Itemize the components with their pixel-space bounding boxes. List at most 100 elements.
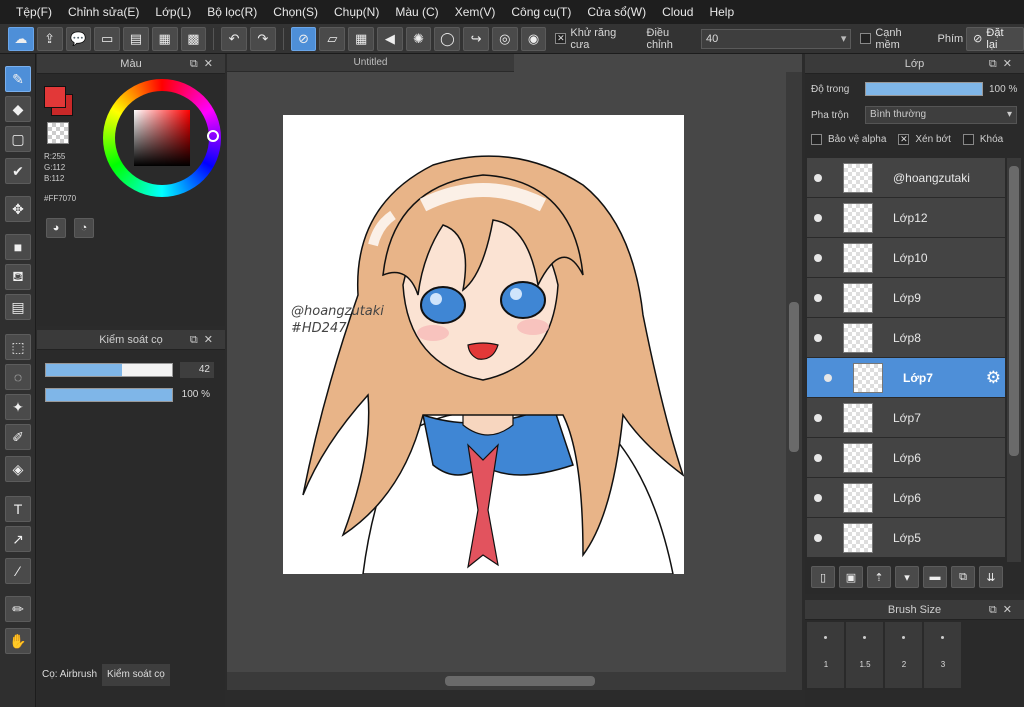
marquee-tool-icon[interactable]: ⬚ (5, 334, 31, 360)
layer-scroll-thumb[interactable] (1009, 166, 1019, 456)
text-tool-icon[interactable]: T (5, 496, 31, 522)
brush-tool-icon[interactable]: ✎ (5, 66, 31, 92)
layer-item[interactable]: @hoangzutaki (807, 158, 1005, 198)
hand-tool-icon[interactable]: ✋ (5, 628, 31, 654)
visibility-icon[interactable] (814, 414, 822, 422)
folder-icon[interactable]: ▬ (923, 566, 947, 588)
layer-item[interactable]: Lớp7 ⚙ (807, 358, 1005, 398)
visibility-icon[interactable] (814, 494, 822, 502)
document-icon[interactable]: ▤ (123, 26, 149, 51)
blend-mode-select[interactable]: Bình thường (865, 106, 1017, 124)
eraser-tool-icon[interactable]: ◆ (5, 96, 31, 122)
grid-snap-icon[interactable]: ▦ (348, 26, 374, 51)
soft-edge-toggle[interactable]: Cạnh mềm (860, 27, 928, 51)
layer-settings-icon[interactable]: ⚙ (986, 368, 1001, 388)
visibility-icon[interactable] (814, 454, 822, 462)
canvas-area[interactable]: Untitled @hoangzutaki #HD247 (227, 54, 802, 690)
brush-size-preset[interactable]: 1.5 (846, 622, 884, 688)
import-layer-icon[interactable]: ⇡ (867, 566, 891, 588)
merge-layer-icon[interactable]: ⇊ (979, 566, 1003, 588)
reset-button[interactable]: ⊘ Đặt lại (966, 26, 1024, 51)
menu-layer[interactable]: Lớp(L) (147, 0, 199, 24)
visibility-icon[interactable] (824, 374, 832, 382)
move-tool-icon[interactable]: ✥ (5, 196, 31, 222)
transparent-color-swatch[interactable] (47, 122, 69, 144)
ellipse-snap-icon[interactable]: ◎ (491, 26, 518, 51)
visibility-icon[interactable] (814, 174, 822, 182)
eyedropper-tool-icon[interactable]: ⁄ (5, 558, 31, 584)
protect-alpha-checkbox[interactable] (811, 134, 822, 145)
horizontal-scroll-thumb[interactable] (445, 676, 595, 686)
vanish-snap-icon[interactable]: ◀ (376, 26, 403, 51)
brush-size-preset[interactable]: 3 (924, 622, 962, 688)
new-layer-from-icon[interactable]: ▣ (839, 566, 863, 588)
visibility-icon[interactable] (814, 214, 822, 222)
page-icon[interactable]: ▦ (151, 26, 178, 51)
menu-tools[interactable]: Công cụ(T) (503, 0, 579, 24)
redo-icon[interactable]: ↷ (249, 26, 276, 51)
grid-icon[interactable]: ▩ (180, 26, 207, 51)
menu-select[interactable]: Chọn(S) (265, 0, 326, 24)
lock-checkbox[interactable] (962, 134, 974, 145)
layer-list-scrollbar[interactable] (1007, 158, 1021, 562)
checkbox-checked-icon[interactable]: ✕ (555, 33, 567, 44)
canvas-horizontal-scrollbar[interactable] (227, 672, 802, 690)
brush-size-slider[interactable] (45, 363, 173, 377)
share-icon[interactable]: ⇪ (36, 26, 63, 51)
menu-filter[interactable]: Bộ lọc(R) (199, 0, 265, 24)
curve-snap-icon[interactable]: ↪ (463, 26, 489, 51)
color-wheel[interactable] (103, 79, 221, 197)
bucket-tool-icon[interactable]: ⛾ (5, 264, 31, 290)
fill-rect-tool-icon[interactable]: ■ (5, 234, 31, 260)
magic-wand-tool-icon[interactable]: ✦ (5, 394, 31, 420)
menu-file[interactable]: Tệp(F) (8, 0, 60, 24)
menu-edit[interactable]: Chỉnh sửa(E) (60, 0, 147, 24)
visibility-icon[interactable] (814, 254, 822, 262)
menu-cloud[interactable]: Cloud (654, 0, 701, 24)
brush-opacity-value[interactable]: 100 % (180, 387, 214, 403)
brush-opacity-slider[interactable] (45, 388, 173, 402)
brush-size-preset[interactable]: 2 (885, 622, 923, 688)
antialias-toggle[interactable]: ✕ Khử răng cưa (555, 27, 637, 51)
message-icon[interactable]: ▭ (94, 26, 120, 51)
layer-item[interactable]: Lớp10 (807, 238, 1005, 278)
palette-icon[interactable]: ◕ (46, 218, 66, 238)
tab-brush[interactable]: Cọ: Airbrush (37, 664, 102, 686)
duplicate-layer-icon[interactable]: ⧉ (951, 566, 975, 588)
canvas-vertical-scrollbar[interactable] (786, 72, 802, 672)
pencil-tool-icon[interactable]: ✏ (5, 596, 31, 622)
concentric-snap-icon[interactable]: ◉ (520, 26, 547, 51)
select-eraser-tool-icon[interactable]: ◈ (5, 456, 31, 482)
layer-item[interactable]: Lớp5 (807, 518, 1005, 558)
saturation-value-square[interactable] (134, 110, 190, 166)
add-layer-menu-icon[interactable]: ▾ (895, 566, 919, 588)
panel-window-controls[interactable]: ⧉✕ (989, 54, 1018, 74)
layer-opacity-slider[interactable] (865, 82, 983, 96)
panel-window-controls[interactable]: ⧉✕ (989, 600, 1018, 620)
layer-item[interactable]: Lớp9 (807, 278, 1005, 318)
layer-item[interactable]: Lớp6 (807, 438, 1005, 478)
visibility-icon[interactable] (814, 294, 822, 302)
rect-select-tool-icon[interactable]: ▢ (5, 126, 31, 152)
adjust-select[interactable]: 40 (700, 28, 852, 49)
brush-size-preset[interactable]: 1 (807, 622, 845, 688)
new-layer-icon[interactable]: ▯ (811, 566, 835, 588)
brush-size-value[interactable]: 42 (180, 362, 214, 378)
vertical-scroll-thumb[interactable] (789, 302, 799, 452)
parallel-snap-icon[interactable]: ▱ (319, 26, 346, 51)
checkbox-icon[interactable] (860, 33, 872, 44)
menu-help[interactable]: Help (701, 0, 742, 24)
menu-capture[interactable]: Chụp(N) (326, 0, 387, 24)
menu-view[interactable]: Xem(V) (447, 0, 504, 24)
color-settings-icon[interactable]: ◔ (74, 218, 94, 238)
artwork-canvas[interactable]: @hoangzutaki #HD247 (283, 115, 684, 574)
visibility-icon[interactable] (814, 334, 822, 342)
layer-item[interactable]: Lớp12 (807, 198, 1005, 238)
operation-tool-icon[interactable]: ↗ (5, 526, 31, 552)
pen-tool-icon[interactable]: ✔ (5, 158, 31, 184)
layer-item[interactable]: Lớp7 (807, 398, 1005, 438)
panel-window-controls[interactable]: ⧉✕ (190, 54, 219, 74)
document-tab[interactable]: Untitled (227, 54, 514, 72)
foreground-color-swatch[interactable] (44, 86, 66, 108)
layer-item[interactable]: Lớp6 (807, 478, 1005, 518)
